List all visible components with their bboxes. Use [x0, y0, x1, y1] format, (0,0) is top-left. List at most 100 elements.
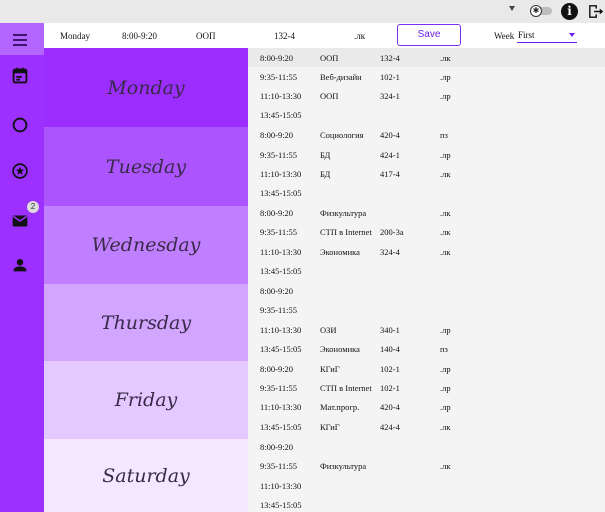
calendar-icon[interactable] — [9, 65, 31, 87]
star-icon[interactable] — [9, 160, 31, 182]
schedule-row[interactable]: 11:10-13:30 Экономика 324-4 .лк — [248, 242, 605, 261]
header-type: .лк — [354, 31, 366, 41]
logout-icon[interactable] — [587, 3, 604, 20]
header-time: 8:00-9:20 — [122, 31, 157, 41]
row-type: пз — [440, 130, 448, 140]
row-type: .лр — [440, 150, 451, 160]
person-icon[interactable] — [9, 254, 31, 276]
row-room: 324-4 — [380, 247, 400, 257]
row-subject: ООП — [320, 53, 339, 63]
schedule-row[interactable]: 11:10-13:30 — [248, 476, 605, 495]
day-name: Tuesday — [105, 155, 187, 178]
schedule-row[interactable]: 8:00-9:20 Социология 420-4 пз — [248, 125, 605, 144]
row-subject: СТП в Internet — [320, 227, 372, 237]
day-block-friday[interactable]: Friday — [44, 361, 248, 439]
schedule-row[interactable]: 11:10-13:30 ООП 324-1 .лр — [248, 86, 605, 105]
unread-badge: 2 — [27, 201, 39, 213]
day-block-monday[interactable]: Monday — [44, 48, 248, 127]
row-type: .лк — [440, 247, 451, 257]
row-type: .лр — [440, 91, 451, 101]
day-block-thursday[interactable]: Thursday — [44, 284, 248, 361]
row-type: пз — [440, 344, 448, 354]
row-time: 8:00-9:20 — [260, 208, 294, 218]
top-bar: ✱ i — [0, 0, 605, 23]
row-subject: БД — [320, 150, 331, 160]
row-time: 13:45-15:05 — [260, 188, 302, 198]
week-select[interactable]: First — [517, 28, 577, 43]
header-day: Monday — [60, 31, 90, 41]
day-block-tuesday[interactable]: Tuesday — [44, 127, 248, 206]
row-time: 9:35-11:55 — [260, 383, 297, 393]
row-type: .лр — [440, 402, 451, 412]
row-time: 11:10-13:30 — [260, 169, 302, 179]
schedule-row[interactable]: 9:35-11:55 Физкультура .лк — [248, 456, 605, 475]
menu-line — [13, 39, 27, 41]
row-room: 102-1 — [380, 72, 400, 82]
row-time: 9:35-11:55 — [260, 227, 297, 237]
save-button[interactable]: Save — [397, 24, 461, 46]
schedule-row[interactable]: 9:35-11:55 СТП в Internet 200-3а .лк — [248, 222, 605, 241]
row-subject: Физкультура — [320, 208, 367, 218]
row-type: .лр — [440, 383, 451, 393]
day-block-wednesday[interactable]: Wednesday — [44, 206, 248, 284]
schedule-row[interactable]: 11:10-13:30 БД 417-4 .лк — [248, 164, 605, 183]
schedule-row[interactable]: 8:00-9:20 — [248, 281, 605, 300]
menu-line — [13, 44, 27, 46]
row-type: .лк — [440, 169, 451, 179]
row-subject: Социология — [320, 130, 364, 140]
circle-icon[interactable] — [9, 114, 31, 136]
row-room: 200-3а — [380, 227, 404, 237]
schedule-row[interactable]: 13:45-15:05 — [248, 105, 605, 124]
header-strip: Monday 8:00-9:20 ООП 132-4 .лк Save Week… — [44, 23, 605, 48]
schedule-row[interactable]: 8:00-9:20 — [248, 437, 605, 456]
row-room: 140-4 — [380, 344, 400, 354]
row-time: 11:10-13:30 — [260, 247, 302, 257]
schedule-row[interactable]: 13:45-15:05 — [248, 495, 605, 512]
row-type: .лр — [440, 364, 451, 374]
row-subject: Мат.прогр. — [320, 402, 360, 412]
dropdown-arrow-icon[interactable] — [509, 6, 515, 11]
mail-icon[interactable] — [9, 210, 31, 232]
schedule-row[interactable]: 9:35-11:55 БД 424-1 .лр — [248, 145, 605, 164]
schedule-row[interactable]: 8:00-9:20 КГиГ 102-1 .лр — [248, 359, 605, 378]
week-select-value: First — [518, 30, 535, 40]
row-type: .лк — [440, 461, 451, 471]
row-time: 8:00-9:20 — [260, 442, 294, 452]
row-subject: Экономика — [320, 247, 360, 257]
row-time: 11:10-13:30 — [260, 325, 302, 335]
schedule-row[interactable]: 13:45-15:05 — [248, 183, 605, 202]
schedule-row[interactable]: 9:35-11:55 — [248, 300, 605, 319]
row-subject: КГиГ — [320, 364, 340, 374]
schedule-row[interactable]: 11:10-13:30 ОЗИ 340-1 .лр — [248, 320, 605, 339]
menu-icon[interactable] — [0, 23, 44, 55]
schedule-row[interactable]: 13:45-15:05 Экономика 140-4 пз — [248, 339, 605, 358]
schedule-row[interactable]: 11:10-13:30 Мат.прогр. 420-4 .лр — [248, 397, 605, 416]
schedule-row[interactable]: 8:00-9:20 ООП 132-4 .лк — [248, 48, 605, 67]
row-type: .лк — [440, 227, 451, 237]
row-subject: Экономика — [320, 344, 360, 354]
row-type: .лк — [440, 208, 451, 218]
row-time: 13:45-15:05 — [260, 266, 302, 276]
day-name: Monday — [107, 76, 185, 99]
info-icon[interactable]: i — [561, 3, 578, 20]
row-time: 9:35-11:55 — [260, 72, 297, 82]
row-room: 132-4 — [380, 53, 400, 63]
row-room: 102-1 — [380, 364, 400, 374]
schedule-row[interactable]: 13:45-15:05 КГиГ 424-4 .лк — [248, 417, 605, 436]
row-time: 13:45-15:05 — [260, 500, 302, 510]
day-name: Thursday — [100, 311, 192, 334]
schedule-row[interactable]: 9:35-11:55 Веб-дизайн 102-1 .лр — [248, 67, 605, 86]
row-time: 13:45-15:05 — [260, 422, 302, 432]
week-label: Week — [494, 31, 515, 41]
theme-toggle-icon[interactable]: ✱ — [530, 5, 552, 17]
row-type: .лк — [440, 422, 451, 432]
sidebar: 2 — [0, 23, 44, 512]
schedule-row[interactable]: 9:35-11:55 СТП в Internet 102-1 .лр — [248, 378, 605, 397]
row-subject: ООП — [320, 91, 339, 101]
schedule-row[interactable]: 13:45-15:05 — [248, 261, 605, 280]
day-block-saturday[interactable]: Saturday — [44, 439, 248, 512]
schedule-row[interactable]: 8:00-9:20 Физкультура .лк — [248, 203, 605, 222]
row-subject: Физкультура — [320, 461, 367, 471]
day-name: Friday — [114, 389, 178, 411]
row-type: .лк — [440, 53, 451, 63]
